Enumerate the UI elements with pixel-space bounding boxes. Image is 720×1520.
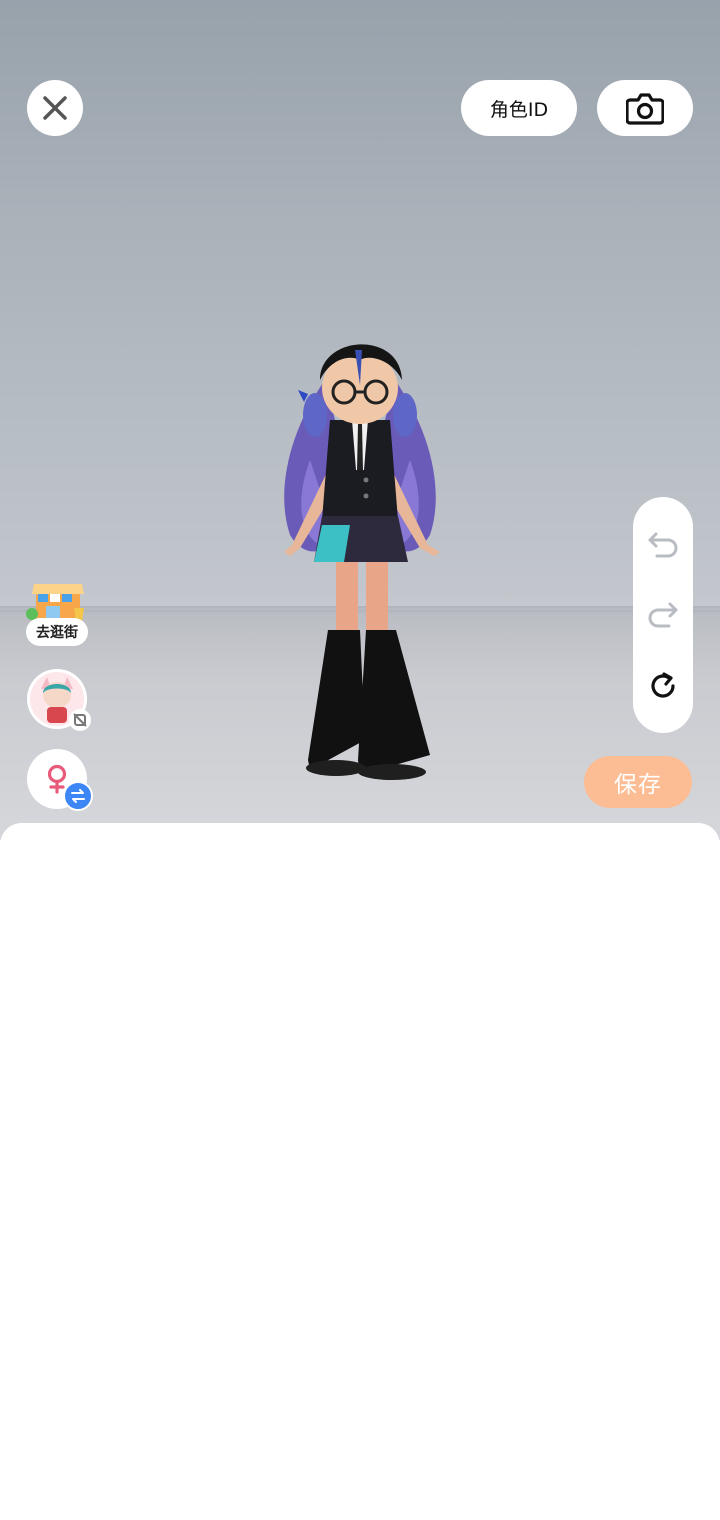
avatar-stage: 角色ID 去逛街 保存 xyxy=(0,0,720,840)
close-button[interactable] xyxy=(27,80,83,136)
undo-button[interactable] xyxy=(646,527,680,561)
save-label: 保存 xyxy=(614,772,662,798)
reset-button[interactable] xyxy=(646,669,680,703)
role-id-button[interactable]: 角色ID xyxy=(461,80,577,136)
redo-icon xyxy=(648,602,678,628)
edit-history-panel xyxy=(633,497,693,733)
undo-icon xyxy=(648,532,678,558)
customization-panel xyxy=(0,823,720,1520)
unlink-badge xyxy=(69,709,91,731)
shop-button[interactable]: 去逛街 xyxy=(24,578,90,650)
reset-icon xyxy=(651,672,675,698)
avatar-button[interactable] xyxy=(27,669,91,731)
close-icon xyxy=(43,96,67,120)
swap-icon xyxy=(71,789,85,803)
role-id-label: 角色ID xyxy=(489,98,549,121)
unlink-icon xyxy=(73,713,87,727)
camera-button[interactable] xyxy=(597,80,693,136)
save-button[interactable]: 保存 xyxy=(584,756,692,808)
redo-button[interactable] xyxy=(646,597,680,631)
gender-button[interactable] xyxy=(27,749,93,811)
character-model[interactable] xyxy=(270,320,450,785)
shop-label: 去逛街 xyxy=(26,618,88,646)
camera-icon xyxy=(626,93,664,125)
swap-badge xyxy=(63,781,93,811)
